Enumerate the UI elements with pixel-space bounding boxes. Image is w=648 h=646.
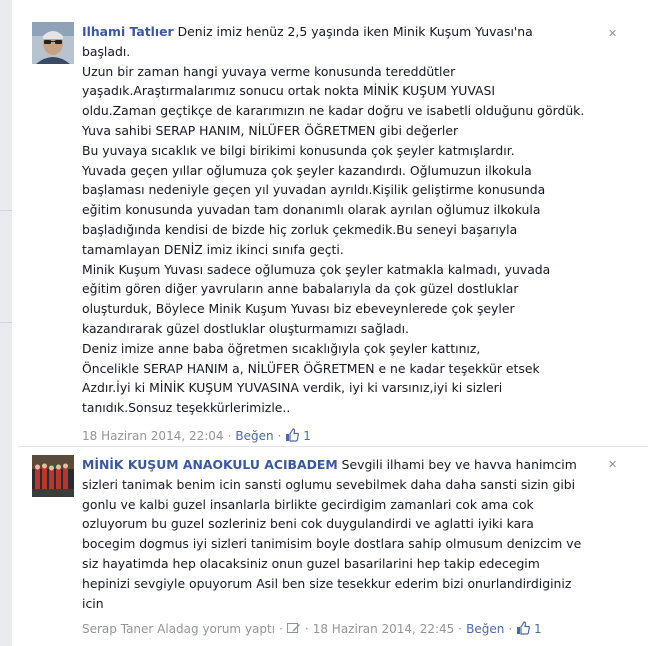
- avatar[interactable]: [32, 22, 74, 64]
- like-button[interactable]: Beğen: [466, 622, 504, 636]
- meta-separator: ·: [227, 429, 232, 443]
- strip-divider: [0, 210, 12, 211]
- meta-separator: ·: [508, 622, 513, 636]
- comment-body: Ilhami Tatlıer Deniz imiz henüz 2,5 yaşı…: [82, 22, 622, 418]
- comment-meta: 18 Haziran 2014, 22:04 · Beğen · 1: [82, 428, 311, 445]
- comment-body: MİNİK KUŞUM ANAOKULU ACIBADEM Sevgili il…: [82, 455, 622, 613]
- left-scroll-strip: [0, 0, 12, 646]
- meta-separator: ·: [277, 429, 282, 443]
- comment-divider: [18, 446, 648, 447]
- comment-text: Deniz imiz henüz 2,5 yaşında iken Minik …: [82, 24, 585, 416]
- close-icon[interactable]: ✕: [608, 459, 617, 470]
- comment-meta: Serap Taner Aladag yorum yaptı · · 18 Hazir…: [82, 621, 542, 638]
- meta-separator: ·: [304, 622, 309, 636]
- thumbs-up-icon: [285, 428, 300, 445]
- comment-author[interactable]: Ilhami Tatlıer: [82, 24, 174, 39]
- strip-divider: [0, 322, 12, 323]
- meta-separator: ·: [458, 622, 463, 636]
- like-count[interactable]: 1: [516, 621, 542, 638]
- like-button[interactable]: Beğen: [235, 429, 273, 443]
- comment-timestamp[interactable]: 18 Haziran 2014, 22:45: [313, 622, 455, 636]
- comment-text: Sevgili ilhami bey ve havva hanimcim siz…: [82, 457, 582, 611]
- like-count[interactable]: 1: [285, 428, 311, 445]
- meta-separator: ·: [279, 622, 283, 636]
- avatar[interactable]: [32, 455, 74, 497]
- close-icon[interactable]: ✕: [608, 28, 617, 39]
- comment-author[interactable]: MİNİK KUŞUM ANAOKULU ACIBADEM: [82, 457, 338, 472]
- posted-by[interactable]: Serap Taner Aladag yorum yaptı: [82, 622, 275, 636]
- edit-history-icon[interactable]: [286, 622, 301, 636]
- comment-timestamp[interactable]: 18 Haziran 2014, 22:04: [82, 429, 224, 443]
- thumbs-up-icon: [516, 621, 531, 638]
